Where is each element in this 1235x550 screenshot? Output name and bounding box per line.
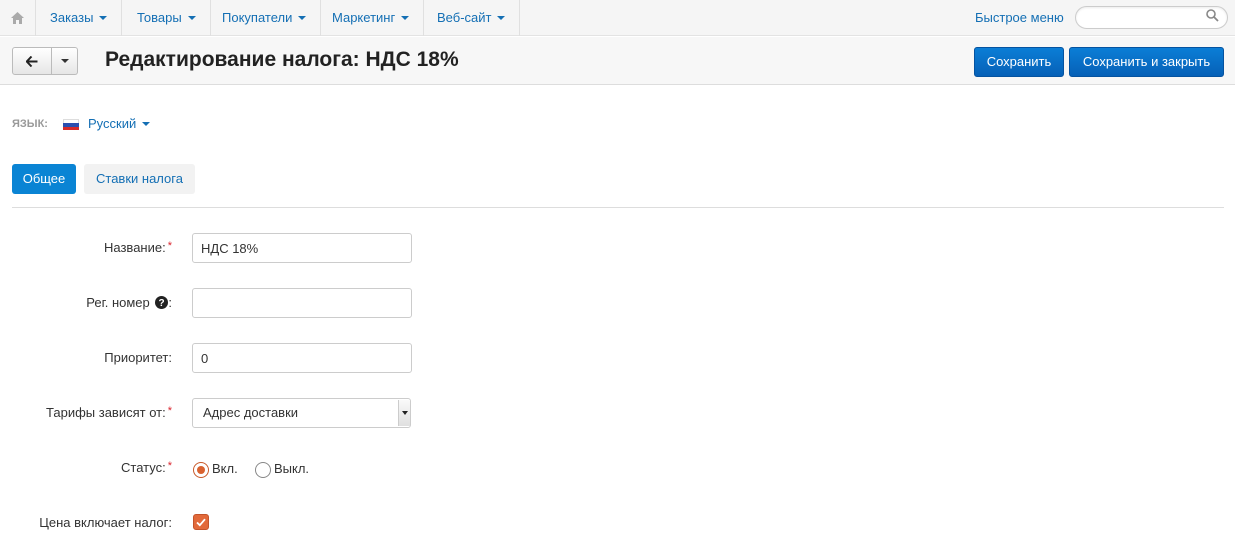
chevron-down-icon <box>401 15 410 20</box>
select-arrow-icon[interactable] <box>398 400 410 426</box>
chevron-down-icon <box>497 15 506 20</box>
nav-item-label: Покупатели <box>222 10 293 25</box>
back-button[interactable] <box>12 47 52 75</box>
reg-number-label: Рег. номер ? : <box>86 295 172 310</box>
nav-item-products[interactable]: Товары <box>123 0 211 36</box>
save-button[interactable]: Сохранить <box>974 47 1064 77</box>
reg-number-colon: : <box>168 295 172 310</box>
nav-item-marketing[interactable]: Маркетинг <box>318 0 425 36</box>
quick-menu-link[interactable]: Быстрое меню <box>975 0 1064 36</box>
language-label: ЯЗЫК: <box>12 118 48 130</box>
nav-item-label: Маркетинг <box>332 10 396 25</box>
back-dropdown-button[interactable] <box>52 47 78 75</box>
chevron-down-icon <box>187 15 196 20</box>
price-includes-tax-checkbox[interactable] <box>193 514 209 530</box>
reg-number-label-text: Рег. номер <box>86 295 150 310</box>
rates-depend-label: Тарифы зависят от: * <box>46 405 172 420</box>
question-circle-icon[interactable]: ? <box>155 296 169 309</box>
required-marker: * <box>167 240 172 252</box>
required-marker: * <box>167 405 172 417</box>
top-navbar: Заказы Товары Покупатели Маркетинг Веб-с… <box>0 0 1235 36</box>
chevron-down-icon <box>142 121 151 126</box>
russia-flag-icon <box>63 119 79 130</box>
nav-item-label: Заказы <box>50 10 94 25</box>
tab-tax-rates[interactable]: Ставки налога <box>84 164 195 194</box>
price-includes-tax-label: Цена включает налог: <box>39 515 172 530</box>
check-icon <box>196 518 206 527</box>
tab-general[interactable]: Общее <box>12 164 76 194</box>
name-label: Название: * <box>104 240 172 255</box>
status-on-label[interactable]: Вкл. <box>212 461 238 476</box>
page-title: Редактирование налога: НДС 18% <box>105 48 459 71</box>
priority-input[interactable] <box>192 343 412 373</box>
svg-text:?: ? <box>159 298 165 309</box>
back-button-group <box>12 47 78 75</box>
page-toolbar: Редактирование налога: НДС 18% Сохранить… <box>0 37 1235 85</box>
home-button[interactable] <box>0 0 36 36</box>
chevron-down-icon <box>99 15 108 20</box>
nav-item-website[interactable]: Веб-сайт <box>423 0 521 36</box>
nav-item-orders[interactable]: Заказы <box>36 0 123 36</box>
name-input[interactable] <box>192 233 412 263</box>
status-off-radio[interactable] <box>255 462 271 478</box>
chevron-down-icon <box>60 59 69 63</box>
name-label-text: Название: <box>104 240 166 255</box>
rates-depend-select[interactable]: Адрес доставки <box>192 398 411 428</box>
search-icon[interactable] <box>1206 9 1219 22</box>
status-on-radio[interactable] <box>193 462 209 478</box>
priority-label: Приоритет: <box>104 350 172 365</box>
arrow-left-icon <box>26 55 38 67</box>
nav-item-customers[interactable]: Покупатели <box>208 0 322 36</box>
status-label-text: Статус: <box>121 460 166 475</box>
nav-item-label: Веб-сайт <box>437 10 492 25</box>
save-and-close-button[interactable]: Сохранить и закрыть <box>1069 47 1224 77</box>
chevron-down-icon <box>298 15 307 20</box>
language-dropdown[interactable]: Русский <box>88 116 151 131</box>
nav-item-label: Товары <box>137 10 182 25</box>
status-label: Статус: * <box>121 460 172 475</box>
divider <box>12 207 1224 208</box>
reg-number-input[interactable] <box>192 288 412 318</box>
home-icon <box>11 12 24 24</box>
language-value: Русский <box>88 116 137 131</box>
required-marker: * <box>167 460 172 472</box>
status-off-label[interactable]: Выкл. <box>274 461 309 476</box>
rates-depend-label-text: Тарифы зависят от: <box>46 405 166 420</box>
